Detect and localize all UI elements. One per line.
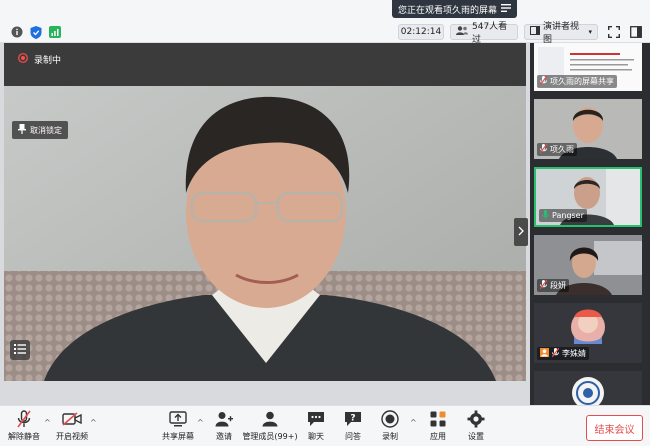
settings-button[interactable]: 设置 bbox=[454, 409, 498, 445]
share-screen-icon bbox=[167, 409, 189, 429]
participant-label: 项久雨 bbox=[537, 143, 577, 156]
participant-name: 段妍 bbox=[550, 281, 566, 290]
record-label: 录制 bbox=[382, 432, 398, 441]
manage-members-label: 管理成员(99+) bbox=[242, 432, 298, 441]
participant-tile[interactable]: 李姝婧 bbox=[534, 303, 642, 363]
question-icon: ? bbox=[342, 409, 364, 429]
chevron-right-icon bbox=[518, 226, 524, 239]
chat-label: 聊天 bbox=[308, 432, 324, 441]
speaker-video-image bbox=[4, 43, 526, 381]
record-dot-icon bbox=[18, 53, 28, 66]
fullscreen-icon[interactable] bbox=[606, 24, 622, 40]
unmute-label: 解除静音 bbox=[8, 432, 40, 441]
chat-icon bbox=[305, 409, 327, 429]
svg-text:?: ? bbox=[350, 414, 355, 424]
list-icon bbox=[14, 343, 26, 357]
qa-label: 问答 bbox=[345, 432, 361, 441]
collapse-panel-handle[interactable] bbox=[514, 218, 528, 246]
viewing-screen-banner: 您正在观看项久雨的屏幕 bbox=[392, 0, 517, 18]
record-button[interactable]: 录制 bbox=[368, 409, 412, 445]
pin-icon bbox=[18, 124, 26, 136]
participant-name: Pangser bbox=[552, 211, 584, 220]
top-toolbar: 您正在观看项久雨的屏幕 02:12:14 547人看过 演讲者视图 ▾ bbox=[0, 0, 650, 45]
manage-members-button[interactable]: 管理成员(99+) bbox=[242, 409, 298, 445]
main-video: 录制中 取消锁定 bbox=[4, 43, 526, 381]
participant-panel: 项久雨的屏幕共享 项久雨 Pangser 段妍 李姝婧 bbox=[530, 43, 650, 405]
record-icon bbox=[379, 409, 401, 429]
participant-name: 项久雨 bbox=[550, 145, 574, 154]
exit-fullscreen-icon[interactable] bbox=[501, 3, 511, 15]
viewer-count[interactable]: 547人看过 bbox=[450, 22, 518, 45]
participant-tile[interactable]: 段妍 bbox=[534, 235, 642, 295]
members-icon bbox=[259, 409, 281, 429]
participant-tile[interactable] bbox=[534, 371, 642, 405]
invite-label: 邀请 bbox=[216, 432, 232, 441]
banner-text: 您正在观看项久雨的屏幕 bbox=[398, 5, 498, 16]
recording-indicator[interactable]: 录制中 bbox=[18, 53, 61, 66]
mic-muted-icon bbox=[13, 409, 35, 429]
unpin-button[interactable]: 取消锁定 bbox=[12, 121, 68, 139]
signal-icon[interactable] bbox=[48, 25, 62, 39]
meeting-timer: 02:12:14 bbox=[398, 24, 444, 40]
unpin-label: 取消锁定 bbox=[30, 125, 62, 135]
mic-muted-icon bbox=[551, 347, 560, 359]
mic-muted-icon bbox=[539, 143, 548, 155]
unmute-button[interactable]: 解除静音 bbox=[2, 409, 46, 445]
participant-label: 段妍 bbox=[537, 279, 569, 292]
list-menu-button[interactable] bbox=[10, 340, 30, 360]
end-meeting-button[interactable]: 结束会议 bbox=[586, 415, 643, 441]
person-icon bbox=[540, 348, 549, 359]
people-icon bbox=[456, 26, 468, 38]
invite-button[interactable]: 邀请 bbox=[202, 409, 246, 445]
participant-label: 项久雨的屏幕共享 bbox=[537, 75, 617, 88]
gear-icon bbox=[465, 409, 487, 429]
view-mode-label: 演讲者视图 bbox=[543, 22, 580, 45]
share-screen-label: 共享屏幕 bbox=[162, 432, 194, 441]
layout-icon bbox=[530, 26, 540, 38]
recording-bar bbox=[4, 43, 526, 86]
mic-muted-icon bbox=[539, 279, 548, 291]
start-video-label: 开启视频 bbox=[56, 432, 88, 441]
participant-label: Pangser bbox=[539, 209, 587, 222]
info-icon[interactable] bbox=[10, 25, 24, 39]
participant-name: 李姝婧 bbox=[562, 349, 586, 358]
participant-tile-active[interactable]: Pangser bbox=[534, 167, 642, 227]
camera-off-icon bbox=[61, 409, 83, 429]
shield-icon[interactable] bbox=[29, 25, 43, 39]
add-person-icon bbox=[213, 409, 235, 429]
participant-avatar bbox=[572, 377, 604, 405]
mic-active-icon bbox=[542, 210, 549, 221]
timer-text: 02:12:14 bbox=[400, 27, 442, 37]
participant-tile[interactable]: 项久雨 bbox=[534, 99, 642, 159]
mic-muted-icon bbox=[539, 75, 548, 87]
apps-grid-icon bbox=[427, 409, 449, 429]
chevron-down-icon: ▾ bbox=[588, 28, 592, 36]
settings-label: 设置 bbox=[468, 432, 484, 441]
sidebar-toggle-icon[interactable] bbox=[628, 24, 644, 40]
recording-label: 录制中 bbox=[34, 56, 62, 66]
share-screen-button[interactable]: 共享屏幕 bbox=[156, 409, 200, 445]
participant-name: 项久雨的屏幕共享 bbox=[550, 77, 614, 86]
bottom-toolbar: 解除静音 ^ 开启视频 ^ 共享屏幕 ^ 邀请 管理成员(99+) 聊天 ? 问… bbox=[0, 405, 650, 446]
participant-tile[interactable]: 项久雨的屏幕共享 bbox=[534, 43, 642, 91]
viewer-count-text: 547人看过 bbox=[472, 22, 508, 45]
video-options-caret[interactable]: ^ bbox=[90, 418, 97, 427]
start-video-button[interactable]: 开启视频 bbox=[50, 409, 94, 445]
participant-label: 李姝婧 bbox=[537, 347, 589, 360]
apps-label: 应用 bbox=[430, 432, 446, 441]
view-mode-dropdown[interactable]: 演讲者视图 ▾ bbox=[524, 22, 598, 45]
